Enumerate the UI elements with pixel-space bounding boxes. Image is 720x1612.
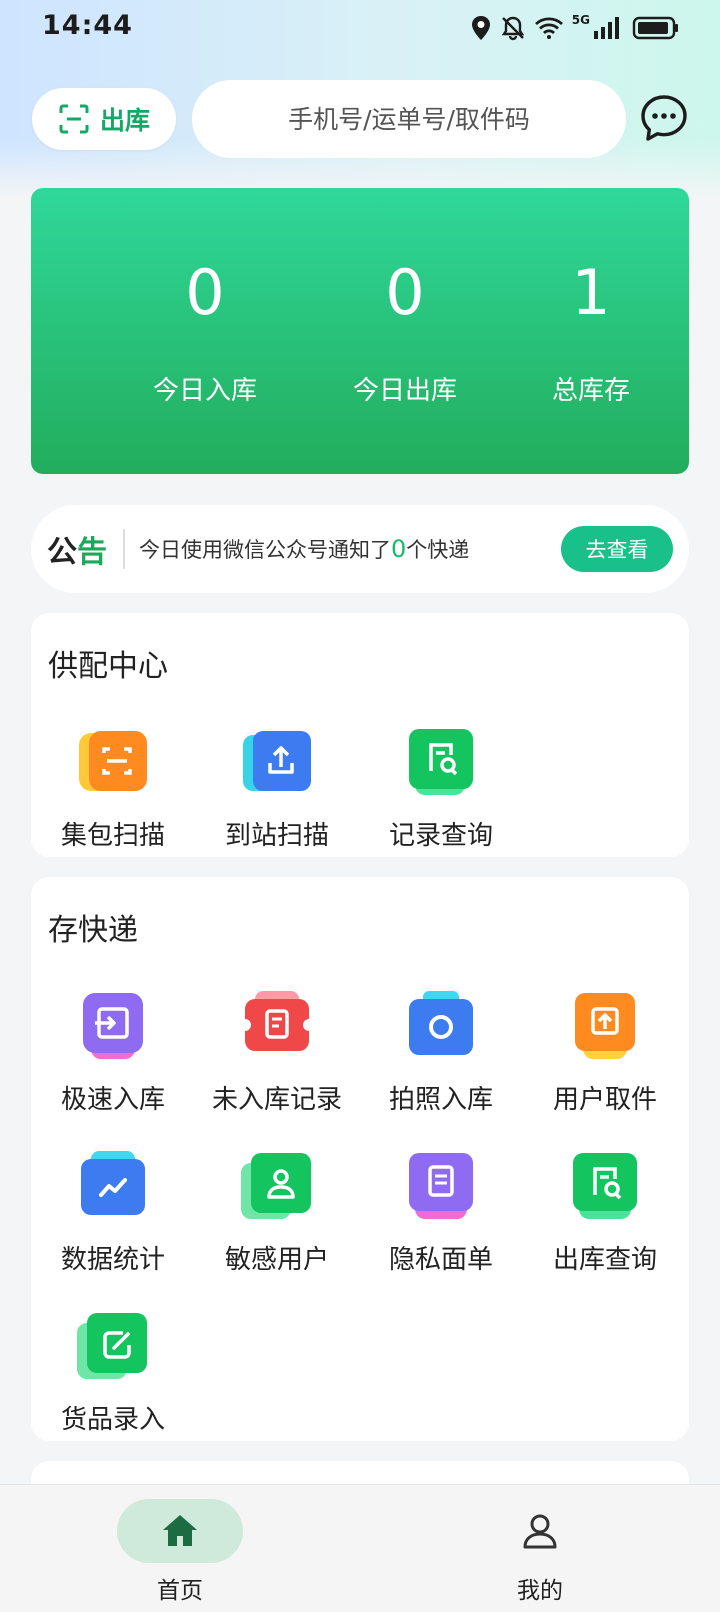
notice-text-before: 今日使用微信公众号通知了 (139, 538, 391, 562)
grid-item-outbound-query[interactable]: 出库查询 (523, 1151, 687, 1291)
notice-title-part2: 告 (77, 535, 107, 570)
scan-frame-icon (59, 104, 89, 134)
chart-icon (81, 1151, 145, 1215)
grid-label: 敏感用户 (224, 1245, 329, 1275)
search-box[interactable] (192, 80, 626, 158)
bottom-nav: 首页 我的 (0, 1484, 720, 1612)
person-icon (523, 1514, 557, 1549)
signal-icon (594, 17, 619, 39)
outbound-label: 出库 (99, 106, 150, 135)
user-icon (241, 1153, 311, 1219)
import-icon (83, 993, 143, 1059)
view-notice-button[interactable]: 去查看 (561, 526, 673, 572)
stat-label: 今日入库 (152, 376, 257, 406)
stat-value: 0 (385, 256, 425, 329)
notice-text: 今日使用微信公众号通知了0个快递 (139, 534, 469, 564)
grid-item-user-pickup[interactable]: 用户取件 (523, 991, 687, 1131)
outbound-search-icon (573, 1153, 637, 1219)
scan-icon (79, 731, 147, 791)
grid-label: 用户取件 (552, 1085, 657, 1115)
store-express-section: 存快递 极速入库 未入库记录 拍照入库 用户取件 数据统计 敏感用户 隐私面单 … (31, 877, 689, 1441)
supply-center-section: 供配中心 集包扫描 到站扫描 记录查询 (31, 613, 689, 857)
nav-label: 首页 (157, 1578, 203, 1604)
network-label: 5G (571, 13, 590, 27)
grid-label: 拍照入库 (388, 1085, 493, 1115)
notice-divider (123, 529, 125, 569)
grid-label: 货品录入 (60, 1405, 165, 1435)
edit-icon (77, 1313, 147, 1379)
stat-value: 1 (571, 256, 611, 329)
notice-title: 公告 (47, 527, 107, 571)
notice-bar: 公告 今日使用微信公众号通知了0个快递 去查看 (31, 505, 689, 593)
home-icon (163, 1515, 197, 1546)
wifi-icon (534, 17, 563, 39)
stats-card: 0 今日入库 0 今日出库 1 总库存 (31, 188, 689, 474)
stat-label: 总库存 (551, 376, 630, 406)
grid-item-record-query[interactable]: 记录查询 (359, 727, 523, 867)
grid-item-photo-inbound[interactable]: 拍照入库 (359, 991, 523, 1131)
doc-search-icon (409, 729, 473, 795)
grid-label: 集包扫描 (60, 821, 165, 851)
status-icons: 5G (470, 12, 680, 44)
pickup-icon (575, 993, 635, 1059)
grid-label: 数据统计 (60, 1245, 165, 1275)
search-input[interactable] (192, 80, 626, 158)
notice-text-after: 个快递 (406, 538, 470, 562)
nav-label: 我的 (517, 1578, 563, 1604)
grid-item-not-inbound-records[interactable]: 未入库记录 (195, 991, 359, 1131)
section-title: 供配中心 (48, 649, 168, 684)
grid-item-arrival-scan[interactable]: 到站扫描 (195, 727, 359, 867)
header-row: 出库 (0, 78, 720, 158)
grid-label: 极速入库 (60, 1085, 165, 1115)
grid-item-privacy-waybill[interactable]: 隐私面单 (359, 1151, 523, 1291)
grid-label: 记录查询 (388, 821, 493, 851)
grid-item-fast-inbound[interactable]: 极速入库 (31, 991, 195, 1131)
stat-label: 今日出库 (352, 376, 457, 406)
grid-item-package-scan[interactable]: 集包扫描 (31, 727, 195, 867)
camera-icon (409, 991, 473, 1055)
grid-label: 未入库记录 (211, 1085, 342, 1115)
outbound-button[interactable]: 出库 (32, 88, 176, 150)
chat-bubble-icon[interactable] (640, 94, 688, 142)
grid-label: 出库查询 (552, 1245, 657, 1275)
status-bar: 14:44 5G (0, 0, 720, 56)
grid-item-data-statistics[interactable]: 数据统计 (31, 1151, 195, 1291)
section-title: 存快递 (48, 913, 138, 948)
grid-item-goods-entry[interactable]: 货品录入 (31, 1311, 195, 1451)
grid-item-sensitive-users[interactable]: 敏感用户 (195, 1151, 359, 1291)
notice-count: 0 (391, 535, 407, 563)
nav-item-mine[interactable]: 我的 (440, 1485, 640, 1612)
privacy-doc-icon (409, 1153, 473, 1219)
battery-icon (632, 16, 678, 40)
grid-label: 隐私面单 (388, 1245, 493, 1275)
status-time: 14:44 (42, 10, 133, 41)
upload-icon (243, 731, 311, 791)
grid-label: 到站扫描 (224, 821, 329, 851)
location-icon (471, 16, 490, 40)
bell-off-icon (501, 16, 525, 41)
ticket-icon (245, 991, 309, 1051)
stat-value: 0 (185, 256, 225, 329)
notice-title-part1: 公 (47, 535, 77, 570)
nav-item-home[interactable]: 首页 (80, 1485, 280, 1612)
